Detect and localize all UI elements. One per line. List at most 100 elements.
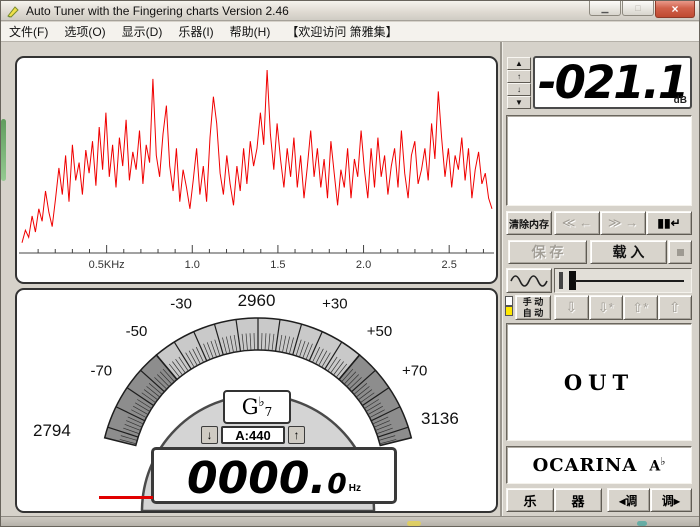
application-window: Auto Tuner with the Fingering charts Ver… (0, 0, 700, 527)
gauge-min-frequency-label: 2794 (33, 421, 71, 441)
svg-text:1.0: 1.0 (185, 259, 200, 271)
auto-label: 自 动 (523, 308, 544, 318)
up-arrow-icon: ↑ (294, 428, 300, 442)
wallpaper-artifact (407, 521, 421, 526)
wallpaper-artifact (637, 521, 647, 526)
minimize-icon: ▁ (602, 3, 609, 14)
pitch-down-button[interactable]: ↓ (201, 426, 218, 444)
level-display: -021.1 dB (533, 56, 692, 109)
signal-indicator-line (99, 496, 153, 499)
gauge-max-frequency-label: 3136 (421, 409, 459, 429)
forward-button[interactable]: ≫ → (600, 211, 646, 235)
level-down-fast-button[interactable]: ▼ (507, 96, 531, 109)
menu-file[interactable]: 文件(F) (1, 21, 56, 42)
level-up-button[interactable]: ↑ (507, 70, 531, 83)
spectrum-panel: 0.5KHz 1.0 1.5 2.0 2.5 (15, 56, 498, 284)
svg-text:0.5KHz: 0.5KHz (89, 259, 125, 271)
app-icon (6, 4, 20, 18)
level-value: -021.1 (538, 56, 687, 109)
title-bar[interactable]: Auto Tuner with the Fingering charts Ver… (1, 1, 699, 21)
minimize-button[interactable]: ▁ (589, 1, 621, 16)
key-down-button[interactable]: ◂调 (607, 488, 650, 512)
wallpaper-artifact (1, 119, 6, 181)
frequency-value: 0000. (187, 461, 326, 496)
menu-instrument[interactable]: 乐器(I) (170, 21, 221, 42)
octave-up-fine-button[interactable]: ⇧* (623, 295, 658, 320)
octave-down-button[interactable]: ⇩ (554, 295, 589, 320)
instrument-key: A♭ (649, 455, 665, 475)
key-select-group: ◂调 调▸ (607, 488, 692, 512)
menu-display[interactable]: 显示(D) (114, 21, 171, 42)
pitch-up-button[interactable]: ↑ (288, 426, 305, 444)
auto-indicator (505, 306, 513, 316)
octave-up-button[interactable]: ⇧ (658, 295, 693, 320)
instrument-select-group: 乐 器 (506, 488, 602, 512)
level-down-button[interactable]: ↓ (507, 83, 531, 96)
save-button[interactable]: 保 存 (508, 240, 587, 264)
instrument-name: OCARINA (533, 455, 638, 476)
frequency-display: 0000. 0 Hz (151, 447, 397, 504)
pause-button[interactable]: ▮▮↵ (646, 211, 692, 235)
level-unit: dB (674, 95, 687, 106)
window-bottom-edge (1, 516, 699, 527)
close-button[interactable]: × (655, 1, 695, 18)
up-icon: ↑ (517, 72, 521, 81)
spectrum-chart: 0.5KHz 1.0 1.5 2.0 2.5 (17, 58, 496, 282)
svg-text:2.0: 2.0 (356, 259, 371, 271)
down-arrow-icon: ↓ (207, 428, 213, 442)
mode-indicator (505, 296, 514, 316)
menu-options[interactable]: 选项(O) (56, 21, 113, 42)
window-controls: ▁ □ × (588, 1, 695, 18)
level-up-fast-button[interactable]: ▲ (507, 57, 531, 70)
svg-text:1.5: 1.5 (270, 259, 285, 271)
tuner-gauge-panel: -70-50-30+30+50+70 2960 2794 3136 G ♭ 7 … (15, 288, 498, 513)
manual-auto-toggle[interactable]: 手 动 自 动 (515, 295, 551, 320)
svg-text:+70: +70 (402, 362, 427, 379)
down-fast-icon: ▼ (515, 98, 523, 107)
octave-shift-group: ⇩ ⇩* ⇧* ⇧ (554, 295, 692, 320)
up-fast-icon: ▲ (515, 59, 523, 68)
down-icon: ↓ (517, 85, 521, 94)
svg-text:+50: +50 (367, 323, 392, 340)
instrument-button-right[interactable]: 器 (554, 488, 602, 512)
svg-text:-50: -50 (126, 323, 148, 340)
level-spinner: ▲ ↑ ↓ ▼ (507, 57, 531, 109)
svg-text:-70: -70 (90, 362, 112, 379)
pitch-reference-row: ↓ A:440 ↑ (201, 426, 305, 444)
slider-tick (559, 272, 563, 289)
manual-indicator (505, 296, 513, 306)
maximize-button[interactable]: □ (622, 1, 654, 16)
note-display: G ♭ 7 (223, 390, 291, 424)
maximize-icon: □ (635, 3, 640, 13)
octave-down-fine-button[interactable]: ⇩* (589, 295, 624, 320)
svg-text:2.5: 2.5 (442, 259, 457, 271)
note-letter: G (242, 395, 259, 419)
window-title: Auto Tuner with the Fingering charts Ver… (26, 4, 289, 18)
stop-icon (677, 249, 684, 256)
memory-list[interactable] (506, 115, 692, 206)
frequency-decimal: 0 (327, 472, 346, 496)
pitch-reference-display: A:440 (221, 426, 285, 444)
close-icon: × (671, 2, 678, 16)
menu-help[interactable]: 帮助(H) (222, 21, 279, 42)
note-octave: 7 (265, 405, 273, 419)
load-button[interactable]: 载 入 (590, 240, 667, 264)
frequency-unit: Hz (349, 483, 361, 494)
transport-group: ≪ ← ≫ → ▮▮↵ (554, 211, 692, 235)
gauge-center-frequency-label: 2960 (17, 291, 496, 311)
manual-label: 手 动 (523, 297, 544, 307)
instrument-button-left[interactable]: 乐 (506, 488, 554, 512)
slider-groove[interactable] (575, 280, 684, 282)
output-display: OUT (506, 323, 692, 441)
level-slider[interactable] (554, 268, 692, 293)
sine-wave-icon (509, 271, 549, 291)
waveform-button[interactable] (506, 268, 552, 293)
menu-welcome-link[interactable]: 【欢迎访问 箫雅集】 (278, 21, 405, 42)
menu-bar: 文件(F) 选项(O) 显示(D) 乐器(I) 帮助(H) 【欢迎访问 箫雅集】 (1, 22, 699, 42)
output-label: OUT (564, 370, 634, 395)
key-up-button[interactable]: 调▸ (650, 488, 693, 512)
stop-button[interactable] (668, 240, 692, 264)
rewind-button[interactable]: ≪ ← (554, 211, 600, 235)
key-accidental: ♭ (660, 455, 665, 468)
clear-memory-button[interactable]: 清除内存 (506, 211, 552, 235)
